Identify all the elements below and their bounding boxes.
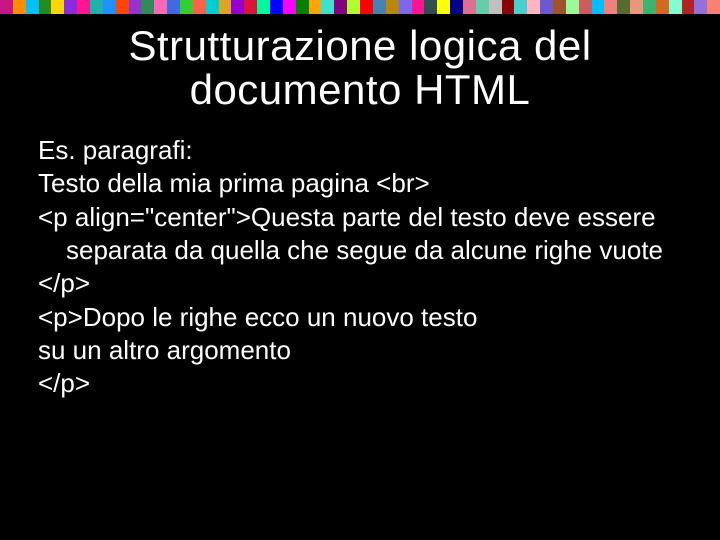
body-line-6: su un altro argomento bbox=[38, 334, 682, 367]
stripe-segment bbox=[553, 0, 566, 14]
stripe-segment bbox=[270, 0, 283, 14]
slide-title: Strutturazione logica del documento HTML bbox=[0, 0, 720, 112]
stripe-segment bbox=[244, 0, 257, 14]
stripe-segment bbox=[682, 0, 695, 14]
stripe-segment bbox=[347, 0, 360, 14]
stripe-segment bbox=[116, 0, 129, 14]
stripe-segment bbox=[296, 0, 309, 14]
stripe-segment bbox=[476, 0, 489, 14]
stripe-segment bbox=[231, 0, 244, 14]
stripe-segment bbox=[656, 0, 669, 14]
decorative-stripe bbox=[0, 0, 720, 14]
stripe-segment bbox=[193, 0, 206, 14]
title-line-2: documento HTML bbox=[190, 66, 531, 113]
stripe-segment bbox=[399, 0, 412, 14]
stripe-segment bbox=[141, 0, 154, 14]
body-line-5: <p>Dopo le righe ecco un nuovo testo bbox=[38, 301, 682, 334]
body-line-7: </p> bbox=[38, 367, 682, 400]
stripe-segment bbox=[527, 0, 540, 14]
stripe-segment bbox=[502, 0, 515, 14]
stripe-segment bbox=[643, 0, 656, 14]
stripe-segment bbox=[412, 0, 425, 14]
stripe-segment bbox=[360, 0, 373, 14]
title-line-1: Strutturazione logica del bbox=[128, 22, 591, 69]
stripe-segment bbox=[334, 0, 347, 14]
stripe-segment bbox=[167, 0, 180, 14]
stripe-segment bbox=[103, 0, 116, 14]
stripe-segment bbox=[309, 0, 322, 14]
stripe-segment bbox=[579, 0, 592, 14]
stripe-segment bbox=[566, 0, 579, 14]
slide-body: Es. paragrafi: Testo della mia prima pag… bbox=[0, 112, 720, 400]
stripe-segment bbox=[463, 0, 476, 14]
stripe-segment bbox=[39, 0, 52, 14]
body-line-1: Es. paragrafi: bbox=[38, 134, 682, 167]
slide: Strutturazione logica del documento HTML… bbox=[0, 0, 720, 540]
stripe-segment bbox=[180, 0, 193, 14]
stripe-segment bbox=[257, 0, 270, 14]
stripe-segment bbox=[489, 0, 502, 14]
body-line-2: Testo della mia prima pagina <br> bbox=[38, 167, 682, 200]
stripe-segment bbox=[514, 0, 527, 14]
stripe-segment bbox=[707, 0, 720, 14]
stripe-segment bbox=[424, 0, 437, 14]
stripe-segment bbox=[154, 0, 167, 14]
stripe-segment bbox=[51, 0, 64, 14]
stripe-segment bbox=[0, 0, 13, 14]
stripe-segment bbox=[540, 0, 553, 14]
stripe-segment bbox=[283, 0, 296, 14]
stripe-segment bbox=[450, 0, 463, 14]
stripe-segment bbox=[77, 0, 90, 14]
stripe-segment bbox=[219, 0, 232, 14]
stripe-segment bbox=[64, 0, 77, 14]
stripe-segment bbox=[26, 0, 39, 14]
stripe-segment bbox=[617, 0, 630, 14]
stripe-segment bbox=[592, 0, 605, 14]
stripe-segment bbox=[604, 0, 617, 14]
body-line-3: <p align="center">Questa parte del testo… bbox=[38, 201, 682, 268]
stripe-segment bbox=[669, 0, 682, 14]
stripe-segment bbox=[13, 0, 26, 14]
stripe-segment bbox=[206, 0, 219, 14]
stripe-segment bbox=[630, 0, 643, 14]
stripe-segment bbox=[90, 0, 103, 14]
stripe-segment bbox=[694, 0, 707, 14]
stripe-segment bbox=[386, 0, 399, 14]
stripe-segment bbox=[129, 0, 142, 14]
stripe-segment bbox=[437, 0, 450, 14]
body-line-4: </p> bbox=[38, 267, 682, 300]
stripe-segment bbox=[373, 0, 386, 14]
stripe-segment bbox=[321, 0, 334, 14]
